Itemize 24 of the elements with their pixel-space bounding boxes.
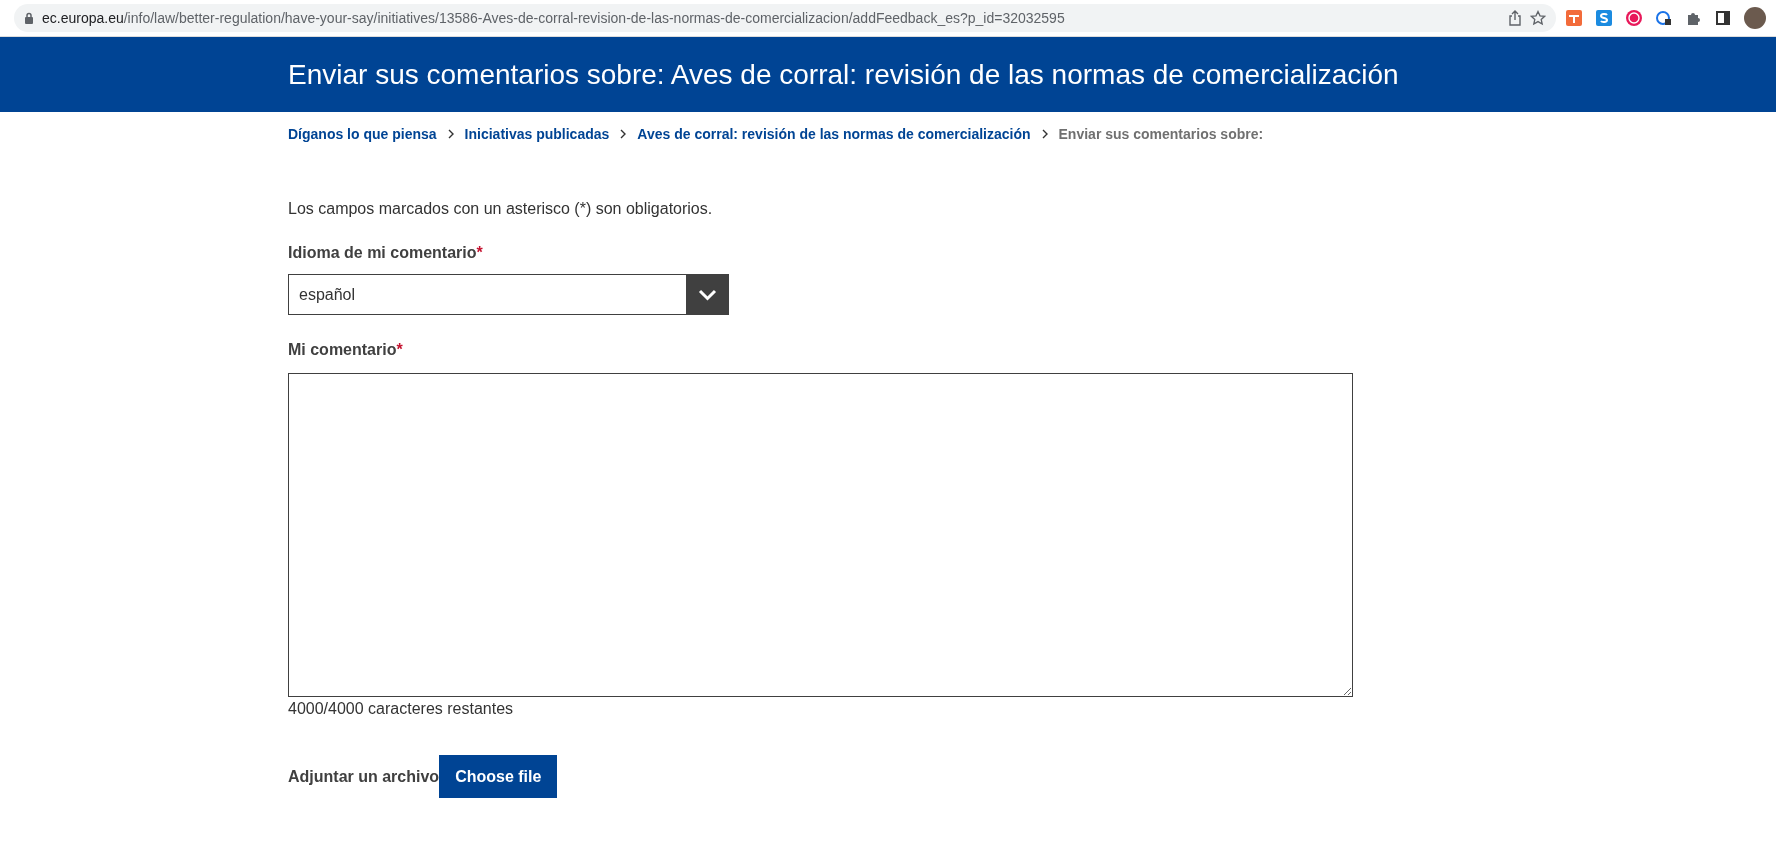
choose-file-button[interactable]: Choose file xyxy=(439,755,558,798)
page-title: Enviar sus comentarios sobre: Aves de corral: revisión de las normas de comercialización xyxy=(287,58,1400,92)
chevron-right-icon xyxy=(446,129,455,139)
puzzle-icon[interactable] xyxy=(1686,10,1702,26)
comment-field[interactable] xyxy=(288,373,1353,697)
star-icon[interactable] xyxy=(1530,10,1546,26)
share-icon[interactable] xyxy=(1508,10,1522,26)
attachment-label: Adjuntar un archivo xyxy=(288,767,440,786)
chevron-right-icon xyxy=(1040,129,1049,139)
language-select[interactable]: español xyxy=(288,274,729,315)
character-counter: 4000/4000 caracteres restantes xyxy=(288,700,515,718)
chevron-down-icon xyxy=(686,274,729,315)
breadcrumb-link[interactable]: Díganos lo que piensa xyxy=(288,126,437,142)
comment-label: Mi comentario* xyxy=(288,341,404,359)
avatar-icon[interactable] xyxy=(1744,7,1766,29)
breadcrumb-link[interactable]: Iniciativas publicadas xyxy=(464,126,610,142)
required-fields-note: Los campos marcados con un asterisco (*) son obligatorios. xyxy=(288,200,714,218)
s-letter-icon[interactable] xyxy=(1596,10,1612,26)
language-label: Idioma de mi comentario* xyxy=(288,244,484,262)
breadcrumb-current: Enviar sus comentarios sobre: xyxy=(1058,126,1264,142)
chevron-right-icon xyxy=(619,129,628,139)
breadcrumb-link[interactable]: Aves de corral: revisión de las normas de comercialización xyxy=(637,126,1031,142)
side-panel-icon[interactable] xyxy=(1716,11,1730,25)
lock-icon xyxy=(24,12,34,24)
